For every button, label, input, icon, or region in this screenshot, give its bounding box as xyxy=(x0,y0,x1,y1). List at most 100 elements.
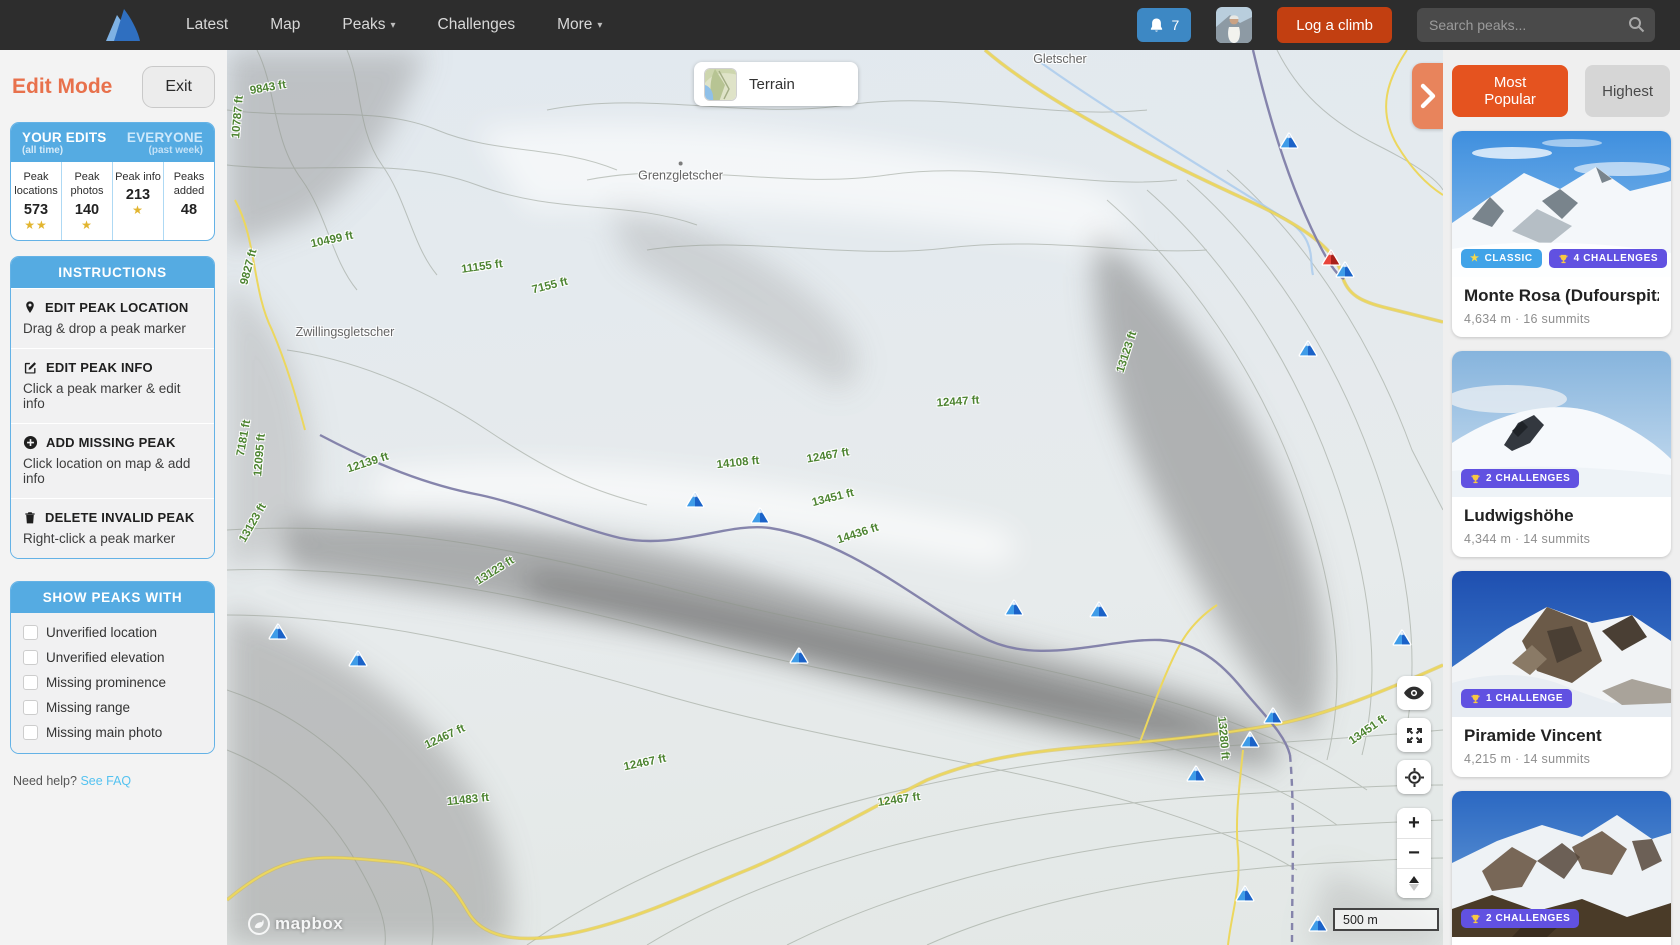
filter-label: Unverified location xyxy=(46,624,158,640)
zoom-out-button[interactable]: − xyxy=(1397,838,1431,868)
stat-label: Peak info xyxy=(115,171,161,183)
map-pin-icon xyxy=(26,300,34,313)
trophy-icon xyxy=(1471,694,1480,703)
challenges-badge: 1 CHALLENGE xyxy=(1461,689,1573,708)
peak-marker[interactable] xyxy=(348,650,368,673)
tab-most-popular[interactable]: Most Popular xyxy=(1452,65,1569,117)
collapse-sidebar-button[interactable] xyxy=(1412,63,1443,129)
locate-icon xyxy=(1404,767,1424,787)
checkbox[interactable] xyxy=(23,724,38,740)
peak-name: Piramide Vincent xyxy=(1464,726,1602,745)
nav-item-challenges[interactable]: Challenges xyxy=(438,16,516,34)
peak-marker[interactable] xyxy=(1279,132,1299,155)
mountain-logo-icon xyxy=(106,9,140,41)
peak-card-piramide-vincent[interactable]: 1 CHALLENGE Piramide Vincent 4,215 m · 1… xyxy=(1452,571,1671,777)
search-input[interactable] xyxy=(1417,8,1655,42)
map-scale: 500 m xyxy=(1333,908,1439,931)
zoom-in-button[interactable]: + xyxy=(1397,808,1431,838)
checkbox[interactable] xyxy=(23,699,38,715)
peak-marker[interactable] xyxy=(1298,339,1318,362)
trophy-icon xyxy=(1471,474,1480,483)
classic-badge: ★ CLASSIC xyxy=(1461,249,1542,268)
stat-peaks-added: Peaks added 48 xyxy=(163,162,214,240)
peak-card-ludwigshohe[interactable]: 2 CHALLENGES Ludwigshöhe 4,344 m · 14 su… xyxy=(1452,351,1671,557)
chevron-down-icon: ▾ xyxy=(390,19,396,31)
nav-item-more[interactable]: More ▾ xyxy=(557,16,602,34)
log-a-climb-button[interactable]: Log a climb xyxy=(1277,7,1392,43)
your-edits-label: YOUR EDITS xyxy=(22,130,107,145)
peak-meta: 4,344 m · 14 summits xyxy=(1464,532,1591,546)
mapbox-logo[interactable]: mapbox xyxy=(248,913,343,935)
stat-value: 140 xyxy=(74,201,100,218)
instruction-edit-location: EDIT PEAK LOCATION Drag & drop a peak ma… xyxy=(11,287,214,348)
locate-me-button[interactable] xyxy=(1397,760,1431,794)
peak-marker[interactable] xyxy=(1240,731,1260,754)
peak-marker[interactable] xyxy=(1392,629,1412,652)
filter-unverified-location[interactable]: Unverified location xyxy=(23,624,202,640)
tab-highest[interactable]: Highest xyxy=(1585,65,1670,117)
peak-marker[interactable] xyxy=(1235,885,1255,908)
fullscreen-icon xyxy=(1406,727,1422,743)
peak-card-parrotspitze[interactable]: 2 CHALLENGES Parrotspitze 4,432 m · 11 s… xyxy=(1452,791,1671,945)
peak-marker[interactable] xyxy=(1089,601,1109,624)
checkbox[interactable] xyxy=(23,624,38,640)
peak-marker[interactable] xyxy=(268,622,288,645)
terrain-thumbnail-icon xyxy=(704,67,737,101)
avatar-photo xyxy=(1216,7,1253,43)
peak-marker[interactable] xyxy=(1186,765,1206,788)
badge-label: 4 CHALLENGES xyxy=(1573,253,1659,264)
filter-missing-range[interactable]: Missing range xyxy=(23,699,202,715)
peak-marker[interactable] xyxy=(1263,706,1283,729)
everyone-toggle[interactable]: EVERYONE (past week) xyxy=(127,130,203,156)
peak-marker[interactable] xyxy=(1004,599,1024,622)
star-icons xyxy=(166,218,212,233)
checkbox[interactable] xyxy=(23,649,38,665)
fullscreen-button[interactable] xyxy=(1397,718,1431,752)
instruction-heading: ADD MISSING PEAK xyxy=(46,434,176,450)
tilt-control[interactable] xyxy=(1397,868,1431,898)
peak-meta: 4,215 m · 14 summits xyxy=(1464,752,1591,766)
peakery-logo[interactable] xyxy=(98,5,146,45)
filter-unverified-elevation[interactable]: Unverified elevation xyxy=(23,649,202,665)
notifications-button[interactable]: 7 xyxy=(1137,8,1192,42)
nav-item-latest[interactable]: Latest xyxy=(186,16,228,34)
stat-label: Peaks added xyxy=(173,171,205,198)
everyone-label: EVERYONE xyxy=(126,130,203,145)
instruction-description: Drag & drop a peak marker xyxy=(23,320,186,336)
mapbox-icon xyxy=(248,913,270,935)
peak-marker[interactable] xyxy=(789,646,809,669)
filter-missing-main-photo[interactable]: Missing main photo xyxy=(23,724,202,740)
checkbox[interactable] xyxy=(23,674,38,690)
exit-edit-mode-button[interactable]: Exit xyxy=(142,66,215,108)
notification-count: 7 xyxy=(1171,17,1180,33)
filter-missing-prominence[interactable]: Missing prominence xyxy=(23,674,202,690)
avatar[interactable] xyxy=(1216,7,1253,43)
search-icon[interactable] xyxy=(1628,16,1645,38)
peak-card-monte-rosa[interactable]: ★ CLASSIC 4 CHALLENGES Monte Rosa (Dufour… xyxy=(1452,131,1671,337)
nav-item-peaks[interactable]: Peaks ▾ xyxy=(342,16,395,34)
filter-label: Unverified elevation xyxy=(46,649,165,665)
peak-name: Ludwigshöhe xyxy=(1464,506,1574,525)
chevron-right-icon xyxy=(1420,83,1435,109)
layer-switcher[interactable]: Terrain xyxy=(694,62,858,106)
stat-value: 213 xyxy=(125,187,151,204)
stat-peak-photos: Peak photos 140 ★ xyxy=(61,162,112,240)
terrain-map[interactable]: 9843 ft 10787 ft 10499 ft 9827 ft 11155 ft 71… xyxy=(227,50,1443,945)
instructions-panel: INSTRUCTIONS EDIT PEAK LOCATION Drag & d… xyxy=(10,255,215,559)
star-icon: ★ xyxy=(1470,253,1480,264)
peak-marker[interactable] xyxy=(750,507,770,530)
peak-photo: 2 CHALLENGES xyxy=(1452,791,1671,937)
layer-label: Terrain xyxy=(749,75,795,93)
nav-item-map[interactable]: Map xyxy=(270,16,300,34)
toggle-visibility-button[interactable] xyxy=(1397,676,1431,710)
faq-link[interactable]: See FAQ xyxy=(80,774,131,788)
peak-marker[interactable] xyxy=(685,491,705,514)
peak-marker[interactable] xyxy=(1335,261,1355,284)
filter-label: Missing main photo xyxy=(46,724,163,740)
stat-value: 573 xyxy=(23,201,49,218)
nav-label: Challenges xyxy=(437,16,516,33)
instruction-description: Click location on map & add info xyxy=(23,455,191,486)
peak-marker[interactable] xyxy=(1308,915,1328,938)
plus-circle-icon xyxy=(23,435,38,449)
show-peaks-with-panel: SHOW PEAKS WITH Unverified location Unve… xyxy=(10,580,215,754)
